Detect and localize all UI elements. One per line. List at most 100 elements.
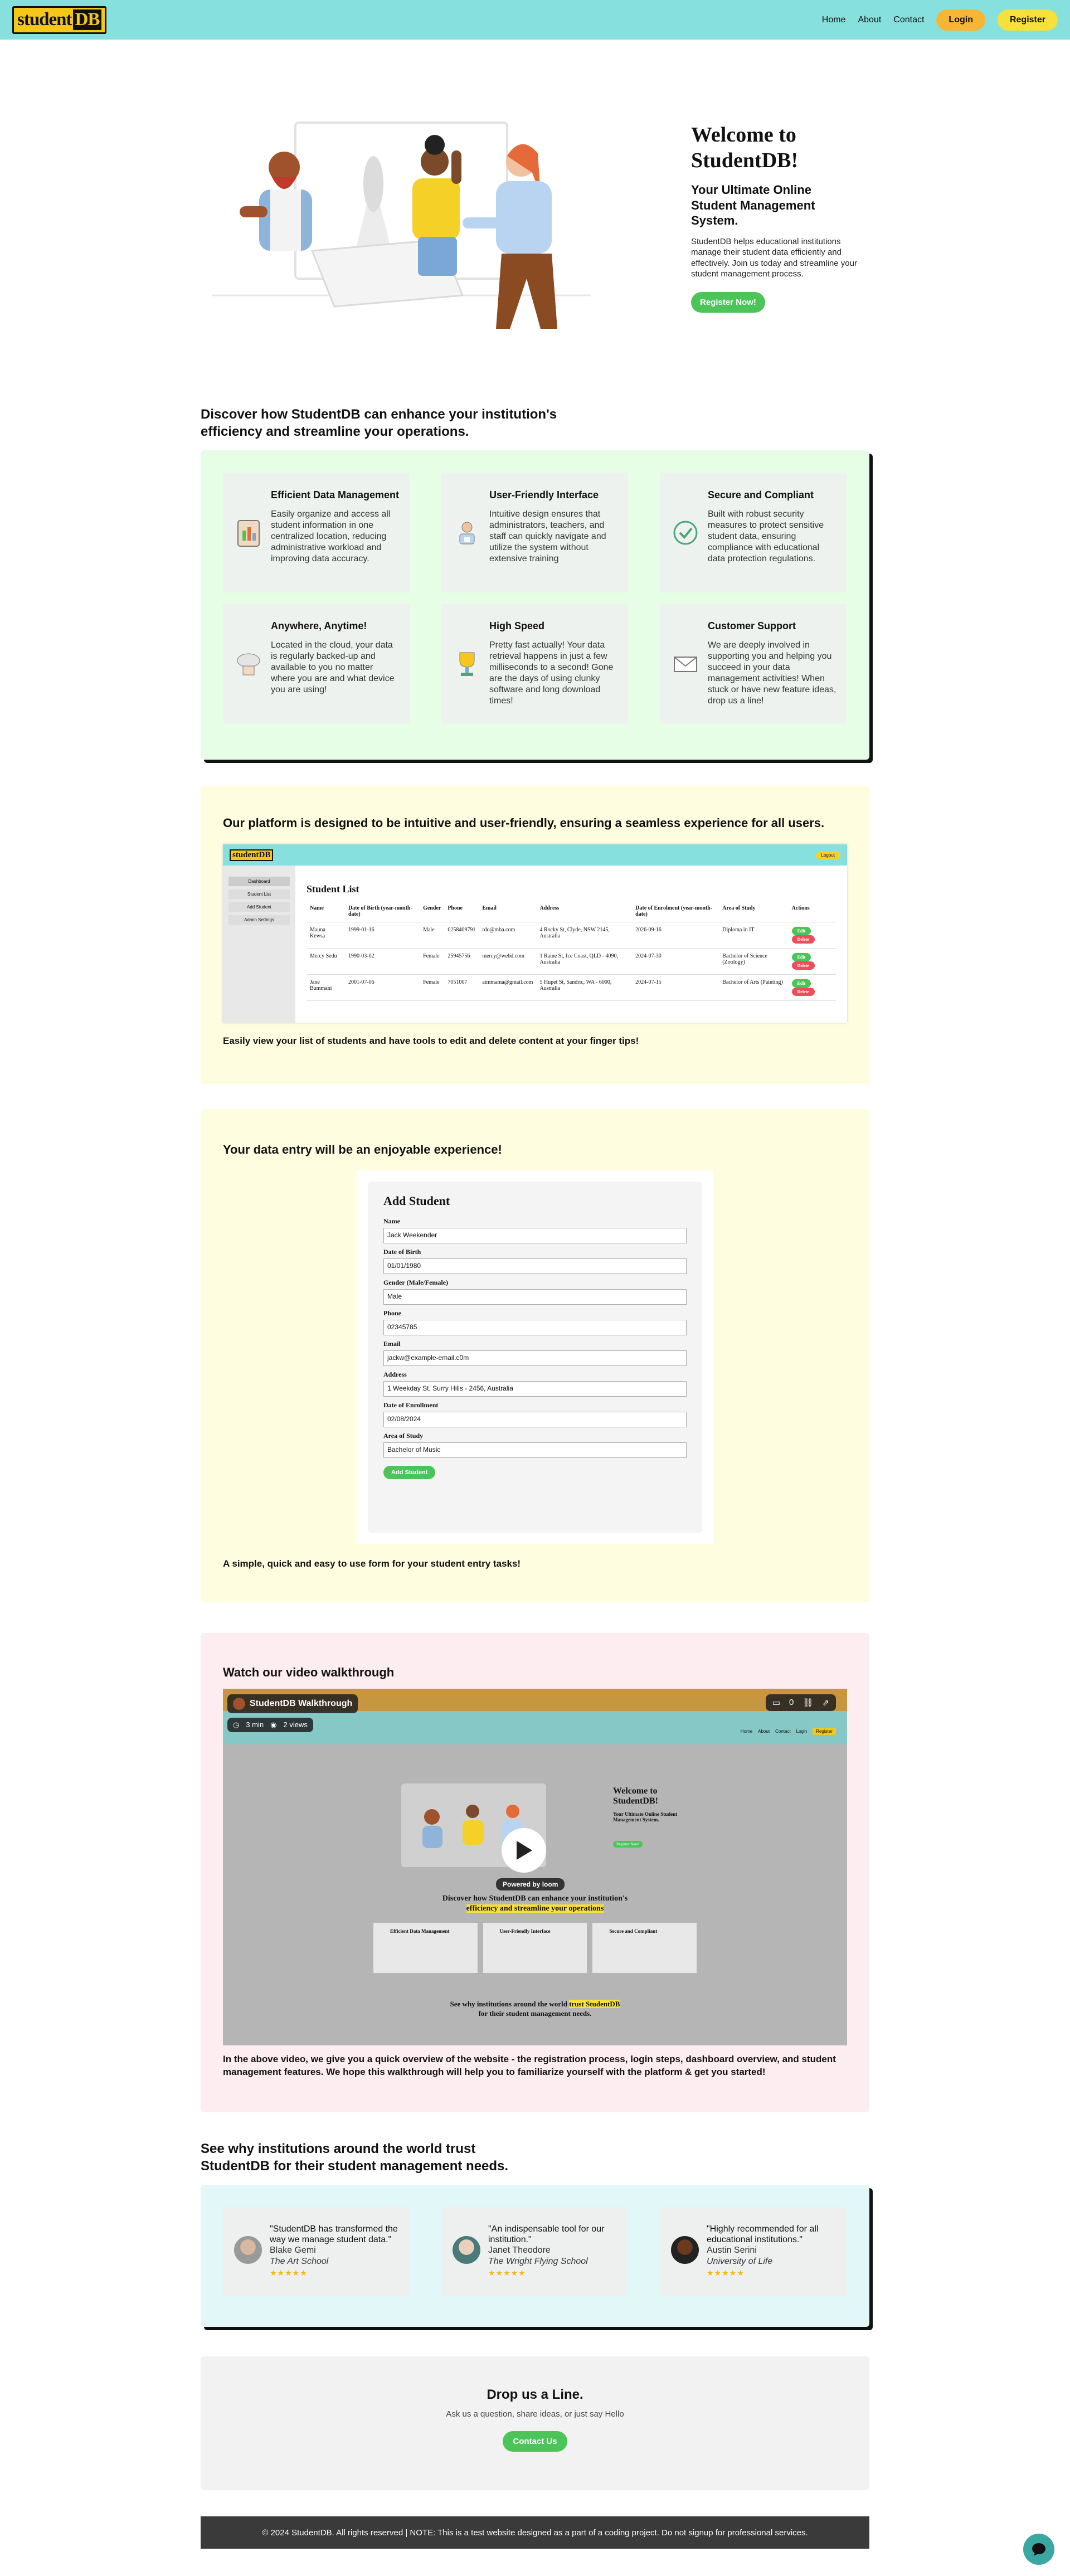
enrollment-date-field[interactable]: 02/08/2024 <box>383 1412 687 1427</box>
feature-text: Easily organize and access all student i… <box>271 509 391 563</box>
field-label: Date of Birth <box>383 1248 421 1256</box>
table-cell: 2024-07-15 <box>632 974 719 1001</box>
inner-nav-link: Login <box>796 1729 808 1734</box>
field-label: Name <box>383 1217 400 1225</box>
inner-nav-link: Contact <box>775 1729 791 1734</box>
table-cell: 1990-03-02 <box>344 948 420 975</box>
mock-sidebar-item: Student List <box>228 890 290 899</box>
field-label: Gender (Male/Female) <box>383 1279 449 1286</box>
play-button[interactable] <box>502 1828 546 1873</box>
chat-button[interactable] <box>1023 2534 1054 2565</box>
testimonial-org: The Wright Flying School <box>488 2256 588 2266</box>
clock-icon: ◷ <box>233 1720 240 1729</box>
inner-subtitle: Your Ultimate Online Student Management … <box>613 1811 678 1822</box>
register-button[interactable]: Register <box>997 9 1058 31</box>
feature-text: Pretty fast actually! Your data retrieva… <box>489 640 614 706</box>
external-link-icon[interactable]: ⇗ <box>822 1698 829 1708</box>
table-cell: 25945756 <box>444 948 479 975</box>
inner-see-text: See why institutions around the world <box>450 2000 567 2008</box>
nav-home-link[interactable]: Home <box>822 15 846 25</box>
column-header: Actions <box>788 901 836 922</box>
inner-nav-link: Home <box>740 1729 753 1734</box>
inner-card: Secure and Compliant <box>592 1923 697 1973</box>
name-field[interactable]: Jack Weekender <box>383 1228 687 1243</box>
email-field[interactable]: jackw@example-email.c0m <box>383 1350 687 1366</box>
logo-text: student <box>17 9 72 30</box>
feature-text: We are deeply involved in supporting you… <box>708 640 836 706</box>
mock-sidebar-item: Admin Settings <box>228 915 290 925</box>
student-list-screenshot: studentDB Logout Dashboard Student List … <box>223 844 847 1023</box>
top-nav: student DB Home About Contact Login Regis… <box>0 0 1070 40</box>
feature-card: User-Friendly Interface Intuitive design … <box>441 473 628 592</box>
powered-by-badge: Powered by loom <box>496 1878 565 1890</box>
nav-about-link[interactable]: About <box>858 15 881 25</box>
gender-field[interactable]: Male <box>383 1289 687 1305</box>
table-cell: Male <box>420 922 445 949</box>
address-field[interactable]: 1 Weekday St, Surry Hills - 2456, Austra… <box>383 1381 687 1397</box>
mock-page-title: Student List <box>307 883 359 895</box>
delete-button: Delete <box>791 935 815 944</box>
contact-us-button[interactable]: Contact Us <box>503 2431 567 2452</box>
testimonial-org: University of Life <box>707 2256 773 2266</box>
column-header: Area of Study <box>719 901 789 922</box>
chat-bubble-icon <box>1032 2543 1045 2556</box>
logo[interactable]: student DB <box>12 6 107 34</box>
powered-label: Powered by <box>503 1880 541 1888</box>
delete-button: Delete <box>791 961 815 970</box>
table-cell: rdc@mba.com <box>479 922 537 949</box>
column-header: Phone <box>444 901 479 922</box>
table-cell: Mercy Sedu <box>307 948 345 975</box>
video-title: StudentDB Walkthrough <box>250 1699 353 1708</box>
hero-illustration <box>212 121 591 329</box>
entry-heading: Your data entry will be an enjoyable exp… <box>223 1143 502 1156</box>
inner-hero-text: Welcome to StudentDB! Your Ultimate Onli… <box>613 1786 691 1848</box>
column-header: Gender <box>420 901 445 922</box>
inner-nav: Home About Contact Login Register <box>741 1728 836 1735</box>
video-views: 2 views <box>283 1720 308 1729</box>
avatar <box>234 2236 262 2264</box>
loom-brand: loom <box>542 1880 558 1888</box>
form-title: Add Student <box>383 1194 450 1208</box>
nav-contact-link[interactable]: Contact <box>893 15 924 25</box>
table-row: Mercy Sedu 1990-03-02 Female 25945756 me… <box>307 948 836 975</box>
contact-title: Drop us a Line. <box>487 2387 583 2402</box>
register-now-button[interactable]: Register Now! <box>691 291 765 313</box>
testimonial-name: Blake Gemi <box>270 2246 316 2256</box>
table-cell: mercy@webd.com <box>479 948 537 975</box>
shield-check-icon <box>670 489 701 576</box>
link-icon[interactable]: ⛓ <box>802 1698 813 1708</box>
mock-sidebar-item: Add Student <box>228 902 290 912</box>
inner-see-highlight: trust StudentDB <box>569 2000 620 2008</box>
cloud-icon <box>233 620 264 707</box>
testimonial-quote: "An indispensable tool for our instituti… <box>488 2224 605 2245</box>
envelope-icon <box>670 620 701 707</box>
table-cell: Jane Bummani <box>307 974 345 1001</box>
video-player[interactable]: StudentDB Walkthrough ◷ 3 min ◉ 2 views ▭ 0… <box>223 1689 847 2045</box>
field-label: Phone <box>383 1309 402 1317</box>
phone-field[interactable]: 02345785 <box>383 1320 687 1335</box>
feature-title: High Speed <box>489 620 545 631</box>
add-student-button[interactable]: Add Student <box>383 1466 436 1479</box>
testimonial-card: "Highly recommended for all educational … <box>660 2207 847 2296</box>
table-cell: 2001-07-06 <box>344 974 420 1001</box>
mock-logout-button: Logout <box>815 850 840 859</box>
table-row: Mauna Kewsa 1999-01-16 Male 0258409791 r… <box>307 922 836 949</box>
table-cell: Mauna Kewsa <box>307 922 345 949</box>
area-of-study-field[interactable]: Bachelor of Music <box>383 1442 687 1458</box>
inner-nav-link: About <box>758 1729 770 1734</box>
video-duration: 3 min <box>246 1720 264 1729</box>
comment-icon[interactable]: ▭ <box>772 1698 780 1708</box>
hero-title: Welcome to StudentDB! <box>691 123 799 172</box>
dob-field[interactable]: 01/01/1980 <box>383 1258 687 1274</box>
table-cell: Bachelor of Arts (Painting) <box>719 974 789 1001</box>
field-label: Date of Enrollment <box>383 1401 439 1409</box>
video-heading: Watch our video walkthrough <box>223 1665 395 1679</box>
testimonials-panel: "StudentDB has transformed the way we ma… <box>201 2185 869 2327</box>
inner-cta: Register Now! <box>613 1840 643 1848</box>
student-table: Name Date of Birth (year-month-date) Gen… <box>307 901 836 1001</box>
login-button[interactable]: Login <box>936 9 985 31</box>
field-label: Email <box>383 1340 401 1348</box>
column-header: Date of Enrolment (year-month-date) <box>632 901 719 922</box>
user-device-icon <box>451 489 483 576</box>
eye-icon: ◉ <box>270 1720 277 1729</box>
